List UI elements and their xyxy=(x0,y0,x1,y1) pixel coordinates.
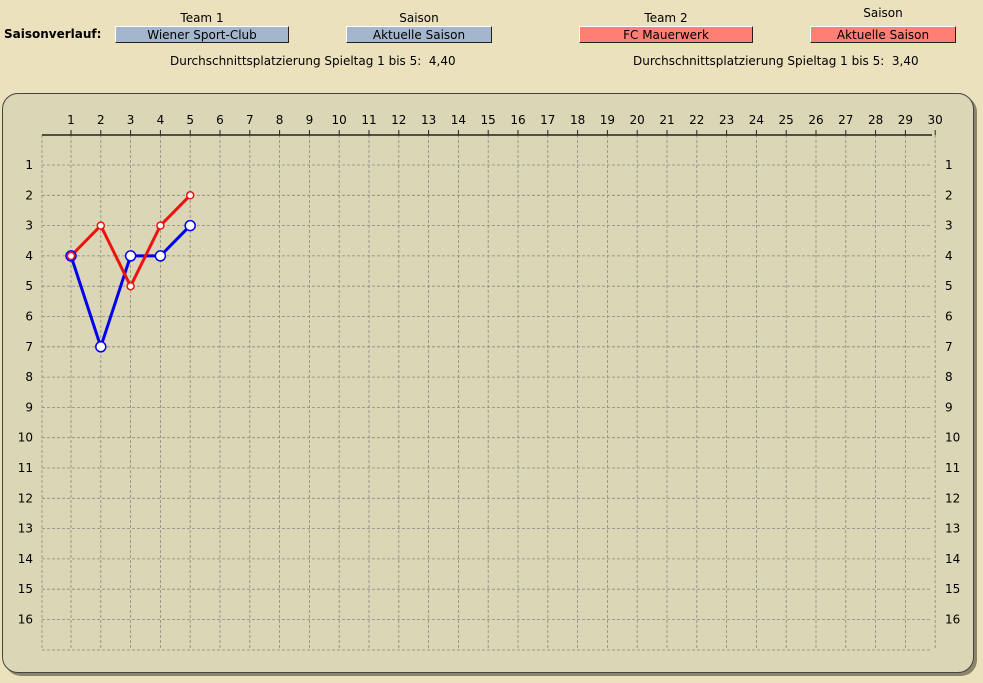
x-tick-label: 10 xyxy=(332,113,347,127)
series-2-point xyxy=(66,251,76,261)
y-tick-label: 11 xyxy=(945,461,960,475)
x-tick-label: 22 xyxy=(689,113,704,127)
x-tick-label: 16 xyxy=(510,113,525,127)
x-tick-label: 3 xyxy=(127,113,135,127)
x-tick-label: 1 xyxy=(67,113,75,127)
y-tick-label: 7 xyxy=(945,340,953,354)
series-2-point xyxy=(96,221,106,230)
y-tick-label: 15 xyxy=(945,582,960,596)
x-tick-label: 25 xyxy=(779,113,794,127)
y-tick-label: 2 xyxy=(25,188,33,202)
season-chart: 1 2 3 4 5 6 7 8 9 10 11 12 13 14 15 16 17 18 19 20 21 22 23 24 2… xyxy=(18,113,961,651)
y-tick-label: 4 xyxy=(945,249,953,263)
x-tick-label: 24 xyxy=(749,113,764,127)
x-tick-label: 28 xyxy=(868,113,883,127)
y-tick-label: 7 xyxy=(25,340,33,354)
y-tick-label: 10 xyxy=(945,431,960,445)
y-tick-label: 6 xyxy=(945,310,953,324)
series-1-point xyxy=(154,250,167,262)
y-tick-label: 1 xyxy=(25,158,33,172)
y-tick-label: 8 xyxy=(25,370,33,384)
y-tick-label: 9 xyxy=(25,400,33,414)
chart-grid xyxy=(41,135,936,651)
x-tick-label: 18 xyxy=(570,113,585,127)
y-tick-label: 3 xyxy=(25,219,33,233)
y-tick-label: 12 xyxy=(945,491,960,505)
y-tick-label: 4 xyxy=(25,249,33,263)
y-tick-label: 9 xyxy=(945,400,953,414)
x-tick-label: 6 xyxy=(216,113,224,127)
y-tick-label: 2 xyxy=(945,188,953,202)
series-1-point xyxy=(95,341,107,353)
x-tick-label: 23 xyxy=(719,113,734,127)
x-tick-label: 2 xyxy=(97,113,105,127)
x-tick-label: 20 xyxy=(630,113,645,127)
x-tick-label: 15 xyxy=(481,113,496,127)
y-tick-label: 13 xyxy=(945,522,960,536)
x-tick-label: 5 xyxy=(186,113,194,127)
y-tick-label: 14 xyxy=(945,552,960,566)
y-tick-label: 16 xyxy=(945,613,960,627)
series-2-point xyxy=(156,221,165,230)
x-tick-label: 11 xyxy=(361,113,376,127)
x-tick-label: 30 xyxy=(928,113,943,127)
series-2-point xyxy=(126,281,135,291)
series-1-point xyxy=(124,250,137,262)
x-tick-label: 19 xyxy=(600,113,615,127)
x-tick-label: 26 xyxy=(808,113,823,127)
y-tick-label: 3 xyxy=(945,219,953,233)
chart-axes: 1 2 3 4 5 6 7 8 9 10 11 12 13 14 15 16 17 18 19 20 21 22 23 24 2… xyxy=(18,113,961,627)
x-tick-label: 8 xyxy=(276,113,284,127)
x-tick-label: 27 xyxy=(838,113,853,127)
x-tick-label: 17 xyxy=(540,113,555,127)
series-2-point xyxy=(185,191,195,200)
x-tick-label: 13 xyxy=(421,113,436,127)
x-tick-label: 21 xyxy=(659,113,674,127)
y-tick-label: 16 xyxy=(18,613,33,627)
x-tick-label: 12 xyxy=(391,113,406,127)
y-tick-label: 5 xyxy=(25,279,33,293)
x-tick-label: 7 xyxy=(246,113,254,127)
y-tick-label: 12 xyxy=(18,491,33,505)
y-tick-label: 10 xyxy=(18,431,33,445)
x-tick-label: 14 xyxy=(451,113,466,127)
series-1-point xyxy=(184,219,196,232)
y-tick-label: 6 xyxy=(25,310,33,324)
y-tick-label: 15 xyxy=(18,582,33,596)
y-tick-label: 14 xyxy=(18,552,33,566)
y-tick-label: 13 xyxy=(18,522,33,536)
y-tick-label: 5 xyxy=(945,279,953,293)
y-tick-label: 1 xyxy=(945,158,953,172)
y-tick-label: 8 xyxy=(945,370,953,384)
x-tick-label: 29 xyxy=(898,113,913,127)
x-tick-label: 4 xyxy=(157,113,165,127)
x-tick-label: 9 xyxy=(306,113,314,127)
y-tick-label: 11 xyxy=(18,461,33,475)
